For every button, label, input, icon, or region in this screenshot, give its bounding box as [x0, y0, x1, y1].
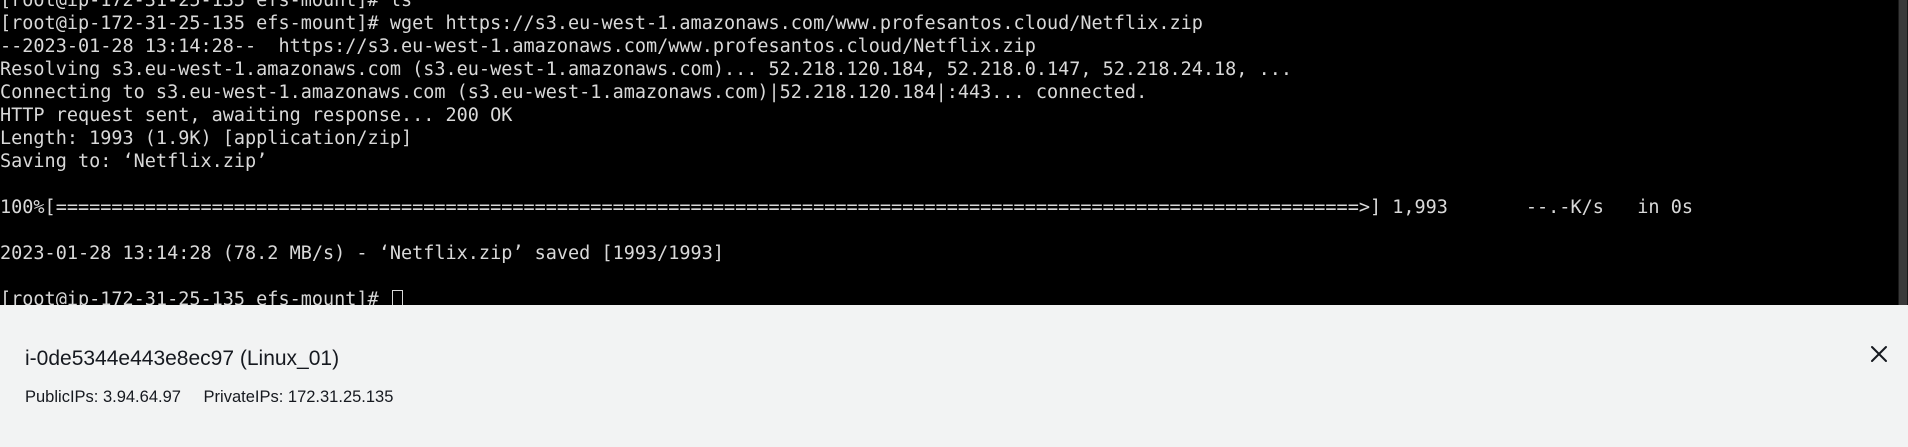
terminal-line: [root@ip-172-31-25-135 efs-mount]# wget …	[0, 13, 1203, 34]
instance-title: i-0de5344e443e8ec97 (Linux_01)	[25, 347, 340, 370]
terminal-line: 2023-01-28 13:14:28 (78.2 MB/s) - ‘Netfl…	[0, 243, 724, 264]
close-icon	[1871, 346, 1887, 362]
terminal-line: 100%[===================================…	[0, 197, 1693, 218]
terminal-line: --2023-01-28 13:14:28-- https://s3.eu-we…	[0, 36, 1036, 57]
terminal-cursor	[391, 290, 403, 305]
scrollbar-thumb[interactable]	[1899, 0, 1907, 305]
terminal-window[interactable]: [root@ip-172-31-25-135 efs-mount]# ls [r…	[0, 0, 1908, 305]
private-ips: PrivateIPs: 172.31.25.135	[203, 388, 394, 406]
terminal-line: [root@ip-172-31-25-135 efs-mount]# ls	[0, 0, 413, 11]
close-button[interactable]	[1868, 343, 1890, 365]
terminal-line: Resolving s3.eu-west-1.amazonaws.com (s3…	[0, 59, 1293, 80]
public-ips: PublicIPs: 3.94.64.97	[25, 388, 181, 406]
terminal-output: [root@ip-172-31-25-135 efs-mount]# ls [r…	[0, 0, 1890, 305]
terminal-line: Length: 1993 (1.9K) [application/zip]	[0, 128, 413, 149]
terminal-line: HTTP request sent, awaiting response... …	[0, 105, 513, 126]
terminal-line: Saving to: ‘Netflix.zip’	[0, 151, 268, 172]
instance-ip-row: PublicIPs: 3.94.64.97 PrivateIPs: 172.31…	[25, 388, 411, 407]
terminal-scrollbar[interactable]	[1898, 0, 1908, 305]
instance-info-panel: i-0de5344e443e8ec97 (Linux_01) PublicIPs…	[0, 305, 1908, 447]
terminal-line: Connecting to s3.eu-west-1.amazonaws.com…	[0, 82, 1148, 103]
terminal-prompt: [root@ip-172-31-25-135 efs-mount]#	[0, 289, 390, 305]
terminal-prompt-line[interactable]: [root@ip-172-31-25-135 efs-mount]#	[0, 288, 1890, 305]
